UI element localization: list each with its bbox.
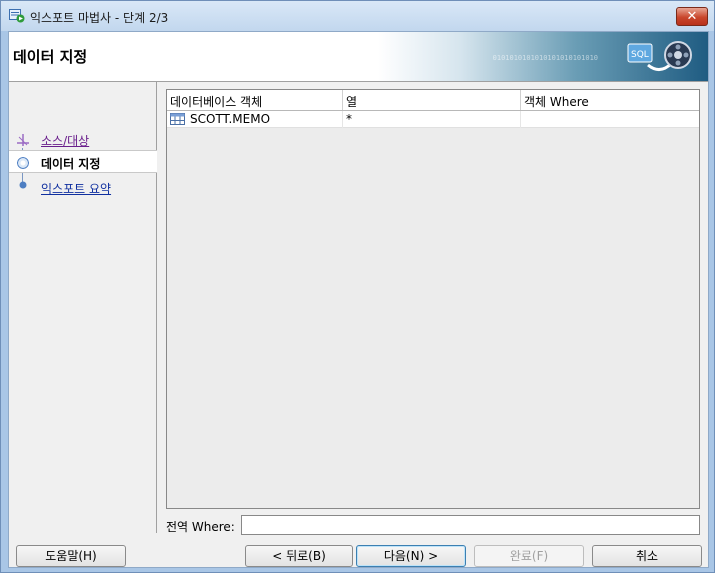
table-icon: [170, 113, 185, 125]
cancel-button[interactable]: 취소: [592, 545, 702, 567]
cell-object-where[interactable]: [521, 111, 699, 128]
window-title: 익스포트 마법사 - 단계 2/3: [30, 11, 169, 25]
wizard-header: 0101010101010101010101010 데이터 지정 SQL: [9, 32, 708, 82]
cell-columns[interactable]: *: [343, 111, 521, 128]
step-current-icon: [17, 157, 29, 169]
step-label: 소스/대상: [41, 134, 90, 148]
header-binary-decoration: 0101010101010101010101010: [492, 54, 598, 62]
step-pending-icon: [19, 181, 27, 189]
step-label: 익스포트 요약: [41, 182, 112, 196]
step-done-icon: [17, 134, 29, 146]
table-row[interactable]: SCOTT.MEMO *: [167, 111, 699, 128]
finish-button[interactable]: 완료(F): [474, 545, 584, 567]
column-header-where[interactable]: 객체 Where: [521, 90, 699, 110]
back-button[interactable]: < 뒤로(B): [245, 545, 353, 567]
close-button[interactable]: ✕: [676, 7, 708, 26]
title-bar[interactable]: 익스포트 마법사 - 단계 2/3 ✕: [1, 1, 714, 31]
steps-sidebar: 소스/대상 데이터 지정 익스포트 요약: [9, 82, 157, 533]
help-button[interactable]: 도움말(H): [16, 545, 126, 567]
export-wizard-window: 익스포트 마법사 - 단계 2/3 ✕ 01010101010101010101…: [0, 0, 715, 573]
wizard-body: 0101010101010101010101010 데이터 지정 SQL 소스/…: [8, 31, 709, 568]
close-icon: ✕: [686, 9, 698, 24]
page-title: 데이터 지정: [13, 48, 88, 66]
sql-label: SQL: [631, 50, 649, 60]
next-button[interactable]: 다음(N) >: [356, 545, 466, 567]
step-specify-data[interactable]: 데이터 지정: [9, 150, 157, 173]
cell-object[interactable]: SCOTT.MEMO: [167, 111, 343, 128]
step-source-target[interactable]: 소스/대상: [9, 128, 157, 151]
step-export-summary[interactable]: 익스포트 요약: [9, 176, 157, 199]
column-header-columns[interactable]: 열: [343, 90, 521, 110]
global-where-input[interactable]: [241, 515, 700, 535]
column-header-object[interactable]: 데이터베이스 객체: [167, 90, 343, 110]
global-where-label: 전역 Where:: [166, 520, 235, 534]
export-app-icon: [9, 9, 25, 23]
data-objects-grid[interactable]: 데이터베이스 객체 열 객체 Where SCOTT.MEMO *: [166, 89, 700, 509]
step-label: 데이터 지정: [41, 157, 101, 171]
grid-header: 데이터베이스 객체 열 객체 Where: [167, 90, 699, 111]
object-name: SCOTT.MEMO: [190, 112, 271, 126]
sql-database-icon: SQL: [627, 41, 692, 71]
